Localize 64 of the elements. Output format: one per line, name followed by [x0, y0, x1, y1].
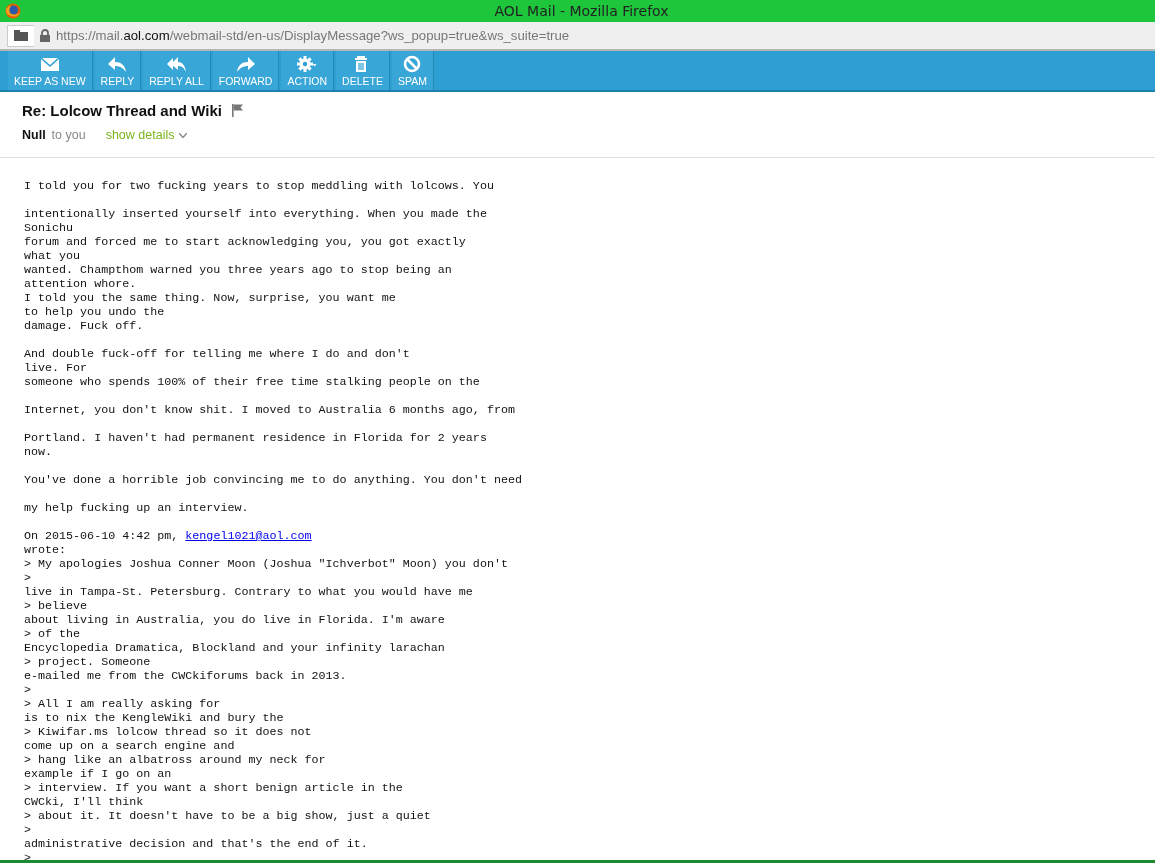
message-line: I told you the same thing. Now, surprise, you want me: [24, 291, 396, 305]
flag-icon[interactable]: [231, 104, 244, 117]
message-line: CWCki, I'll think: [24, 795, 144, 809]
message-line: >: [24, 823, 31, 837]
message-line: wanted. Champthom warned you three years ago to stop being an: [24, 263, 452, 277]
caret-icon: [179, 132, 188, 138]
recipient-text: to you: [51, 128, 86, 142]
message-line: I told you for two fucking years to stop meddling with lolcows. You: [24, 179, 494, 193]
sender-name: Null: [22, 128, 46, 142]
message-line: > My apologies Joshua Conner Moon (Joshua "Ichverbot" Moon) you don't: [24, 557, 508, 571]
toolbar-button[interactable]: REPLY: [94, 51, 142, 90]
toolbar-button[interactable]: ACTION: [281, 51, 335, 90]
message-line: Sonichu: [24, 221, 74, 235]
message-line: example if I go on an: [24, 767, 172, 781]
block-icon: [402, 54, 423, 73]
message-line: Portland. I haven't had permanent residence in Florida for 2 years: [24, 431, 487, 445]
message-line: damage. Fuck off.: [24, 319, 144, 333]
settings-icon: [297, 54, 318, 73]
message-subject: Re: Lolcow Thread and Wiki: [22, 102, 222, 119]
message-line: > project. Someone: [24, 655, 151, 669]
toolbar-button[interactable]: SPAM: [391, 51, 434, 90]
message-line: > Kiwifar.ms lolcow thread so it does not: [24, 725, 312, 739]
message-line: >: [24, 683, 31, 697]
message-line: >: [24, 571, 31, 585]
toolbar-button[interactable]: KEEP AS NEW: [8, 51, 93, 90]
lock-icon: [40, 29, 50, 42]
show-details-link[interactable]: show details: [105, 128, 188, 142]
message-line: forum and forced me to start acknowledging you, you got exactly: [24, 235, 466, 249]
message-line: live. For: [24, 361, 88, 375]
message-line: to help you undo the: [24, 305, 165, 319]
message-line: about living in Australia, you do live in Florida. I'm aware: [24, 613, 445, 627]
message-line: attention whore.: [24, 277, 137, 291]
message-line: now.: [24, 445, 53, 459]
message-line: someone who spends 100% of their free time stalking people on the: [24, 375, 480, 389]
message-line: You've done a horrible job convincing me to do anything. You don't need: [24, 473, 522, 487]
message-line: > interview. If you want a short benign article in the: [24, 781, 403, 795]
browser-logo-icon: [5, 3, 21, 19]
message-line: > about it. It doesn't have to be a big show, just a quiet: [24, 809, 431, 823]
quote-header-line: On 2015-06-10 4:42 pm, kengel1021@aol.com: [24, 529, 312, 543]
message-line: what you: [24, 249, 81, 263]
email-link[interactable]: kengel1021@aol.com: [185, 529, 312, 543]
toolbar-button[interactable]: FORWARD: [212, 51, 280, 90]
message-line: come up on a search engine and: [24, 739, 235, 753]
message-line: is to nix the KengleWiki and bury the: [24, 711, 284, 725]
site-identity-button[interactable]: [7, 24, 34, 47]
message-line: administrative decision and that's the end of it.: [24, 837, 368, 851]
toolbar-button[interactable]: DELETE: [336, 51, 390, 90]
message-line: Encyclopedia Dramatica, Blockland and your infinity larachan: [24, 641, 445, 655]
toolbar-button[interactable]: REPLY ALL: [143, 51, 211, 90]
message-line: wrote:: [24, 543, 67, 557]
page-icon: [14, 30, 28, 41]
message-line: my help fucking up an interview.: [24, 501, 249, 515]
message-line: And double fuck-off for telling me where I do and don't: [24, 347, 410, 361]
message-line: > of the: [24, 627, 81, 641]
message-line: > All I am really asking for: [24, 697, 221, 711]
message-line: intentionally inserted yourself into everything. When you made the: [24, 207, 487, 221]
message-line: >: [24, 851, 31, 860]
message-line: live in Tampa-St. Petersburg. Contrary to what you would have me: [24, 585, 473, 599]
message-line: > hang like an albatross around my neck for: [24, 753, 326, 767]
forward-icon: [235, 54, 256, 73]
message-line: e-mailed me from the CWCkiforums back in 2013.: [24, 669, 347, 683]
window-title: AOL Mail - Mozilla Firefox: [494, 3, 669, 19]
message-line: Internet, you don't know shit. I moved to Australia 6 months ago, from: [24, 403, 515, 417]
message-line: > believe: [24, 599, 88, 613]
